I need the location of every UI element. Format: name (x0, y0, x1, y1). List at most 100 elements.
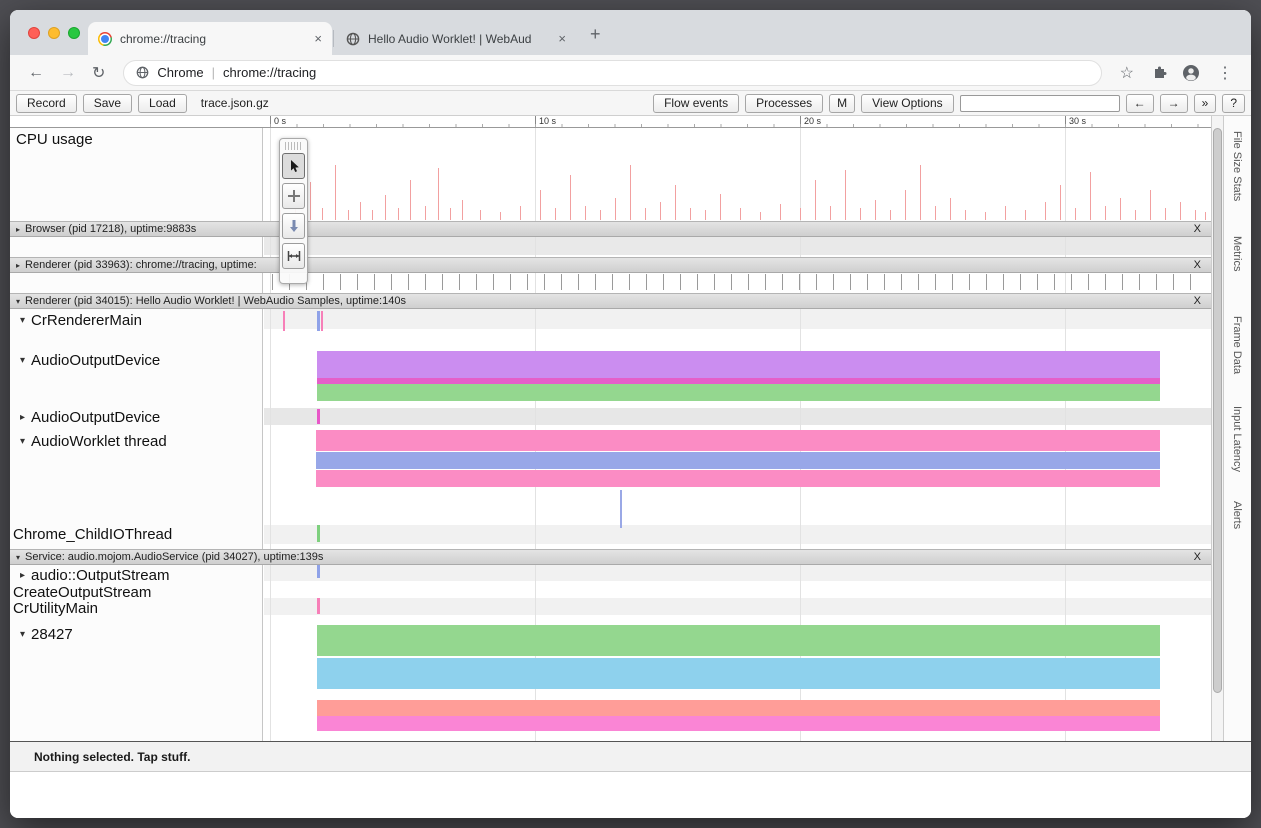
trace-event-tick[interactable] (612, 274, 613, 290)
trace-mark[interactable] (283, 311, 285, 331)
trace-event-tick[interactable] (799, 274, 800, 290)
find-next-button[interactable]: → (1160, 94, 1188, 113)
tab-webaudio[interactable]: Hello Audio Worklet! | WebAud × (336, 22, 576, 55)
find-prev-button[interactable]: ← (1126, 94, 1154, 113)
thread-label-crrenderermain[interactable]: ▾ CrRendererMain (20, 312, 142, 329)
trace-event-tick[interactable] (969, 274, 970, 290)
pan-mode-button[interactable] (282, 183, 305, 209)
trace-event-tick[interactable] (867, 274, 868, 290)
process-header-renderer-tracing[interactable]: ▸ Renderer (pid 33963): chrome://tracing… (10, 257, 1211, 273)
tab-tracing[interactable]: chrome://tracing × (88, 22, 332, 55)
trace-event-tick[interactable] (459, 274, 460, 290)
collapse-arrow-icon[interactable]: ▾ (20, 355, 25, 366)
trace-event-tick[interactable] (646, 274, 647, 290)
collapse-arrow-icon[interactable]: ▾ (20, 629, 25, 640)
trace-event-tick[interactable] (663, 274, 664, 290)
process-header-renderer-audio[interactable]: ▾ Renderer (pid 34015): Hello Audio Work… (10, 293, 1211, 309)
trace-slice-audio-output-device-bottom[interactable] (317, 384, 1160, 401)
trace-event-tick[interactable] (714, 274, 715, 290)
overflow-button[interactable]: » (1194, 94, 1217, 113)
m-button[interactable]: M (829, 94, 855, 113)
help-button[interactable]: ? (1222, 94, 1245, 113)
thread-label-audio-outputstream[interactable]: ▸ audio::OutputStream (20, 567, 169, 584)
forward-icon[interactable]: → (52, 64, 84, 82)
collapse-arrow-icon[interactable]: ▸ (16, 261, 20, 270)
trace-event-tick[interactable] (442, 274, 443, 290)
trace-event-tick[interactable] (1020, 274, 1021, 290)
record-button[interactable]: Record (16, 94, 77, 113)
trace-slice-audio-worklet-top[interactable] (316, 430, 1160, 451)
collapse-arrow-icon[interactable]: ▾ (20, 436, 25, 447)
trace-event-tick[interactable] (357, 274, 358, 290)
trace-event-tick[interactable] (323, 274, 324, 290)
trace-event-tick[interactable] (1037, 274, 1038, 290)
trace-event-tick[interactable] (1105, 274, 1106, 290)
new-tab-button[interactable]: + (590, 24, 601, 45)
trace-event-tick[interactable] (1173, 274, 1174, 290)
trace-event-tick[interactable] (408, 274, 409, 290)
collapse-arrow-icon[interactable]: ▸ (16, 225, 20, 234)
trace-event-tick[interactable] (374, 274, 375, 290)
trace-event-tick[interactable] (1190, 274, 1191, 290)
profile-avatar-icon[interactable] (1183, 65, 1199, 81)
trace-event-tick[interactable] (1122, 274, 1123, 290)
tab-metrics[interactable]: Metrics (1231, 236, 1243, 271)
trace-mark[interactable] (620, 490, 622, 528)
trace-event-tick[interactable] (833, 274, 834, 290)
back-icon[interactable]: ← (20, 64, 52, 82)
thread-label-audiooutputdevice-2[interactable]: ▸ AudioOutputDevice (20, 409, 160, 426)
page-info-icon[interactable] (136, 66, 149, 79)
trace-slice-pid28427-pink[interactable] (317, 716, 1160, 731)
trace-mark[interactable] (317, 598, 320, 614)
close-track-button[interactable]: X (1194, 259, 1201, 271)
collapse-arrow-icon[interactable]: ▾ (20, 315, 25, 326)
tab-close-icon[interactable]: × (314, 31, 322, 46)
find-input[interactable] (960, 95, 1120, 112)
load-button[interactable]: Load (138, 94, 187, 113)
trace-event-tick[interactable] (391, 274, 392, 290)
trace-slice-audio-output-device-top[interactable] (317, 351, 1160, 378)
collapse-arrow-icon[interactable]: ▾ (16, 297, 20, 306)
trace-slice-audio-worklet-bottom[interactable] (316, 470, 1160, 487)
thread-label-crutilitymain[interactable]: CrUtilityMain (13, 600, 98, 617)
trace-event-tick[interactable] (952, 274, 953, 290)
thread-label-createoutputstream[interactable]: CreateOutputStream (13, 584, 151, 601)
thread-label-audioworklet[interactable]: ▾ AudioWorklet thread (20, 433, 167, 450)
tab-alerts[interactable]: Alerts (1231, 501, 1243, 529)
process-header-audio-service[interactable]: ▾ Service: audio.mojom.AudioService (pid… (10, 549, 1211, 565)
trace-event-tick[interactable] (765, 274, 766, 290)
trace-event-tick[interactable] (1139, 274, 1140, 290)
trace-event-tick[interactable] (680, 274, 681, 290)
trace-event-tick[interactable] (884, 274, 885, 290)
trace-event-tick[interactable] (510, 274, 511, 290)
vertical-scrollbar[interactable] (1211, 116, 1223, 741)
trace-slice-pid28427-green[interactable] (317, 625, 1160, 656)
trace-event-tick[interactable] (340, 274, 341, 290)
thread-label-audiooutputdevice-1[interactable]: ▾ AudioOutputDevice (20, 352, 160, 369)
trace-mark[interactable] (317, 311, 320, 331)
close-track-button[interactable]: X (1194, 223, 1201, 235)
selection-mode-button[interactable] (282, 153, 305, 179)
close-track-button[interactable]: X (1194, 551, 1201, 563)
flow-events-button[interactable]: Flow events (653, 94, 739, 113)
collapse-arrow-icon[interactable]: ▸ (20, 570, 25, 581)
trace-event-tick[interactable] (578, 274, 579, 290)
browser-menu-icon[interactable]: ⋮ (1209, 63, 1241, 83)
reload-icon[interactable]: ↻ (84, 63, 113, 83)
collapse-arrow-icon[interactable]: ▾ (16, 553, 20, 562)
trace-slice-pid28427-salmon[interactable] (317, 700, 1160, 716)
trace-event-tick[interactable] (527, 274, 528, 290)
trace-event-tick[interactable] (272, 274, 273, 290)
trace-event-tick[interactable] (493, 274, 494, 290)
trace-event-tick[interactable] (935, 274, 936, 290)
trace-event-tick[interactable] (476, 274, 477, 290)
bookmark-star-icon[interactable]: ☆ (1112, 63, 1142, 83)
omnibox-url[interactable]: chrome://tracing (223, 65, 316, 80)
trace-event-tick[interactable] (918, 274, 919, 290)
window-zoom-button[interactable] (68, 27, 80, 39)
collapse-arrow-icon[interactable]: ▸ (20, 412, 25, 423)
trace-event-tick[interactable] (782, 274, 783, 290)
trace-mark[interactable] (317, 525, 320, 542)
scrollbar-thumb[interactable] (1213, 128, 1222, 693)
trace-slice-pid28427-blue[interactable] (317, 658, 1160, 689)
